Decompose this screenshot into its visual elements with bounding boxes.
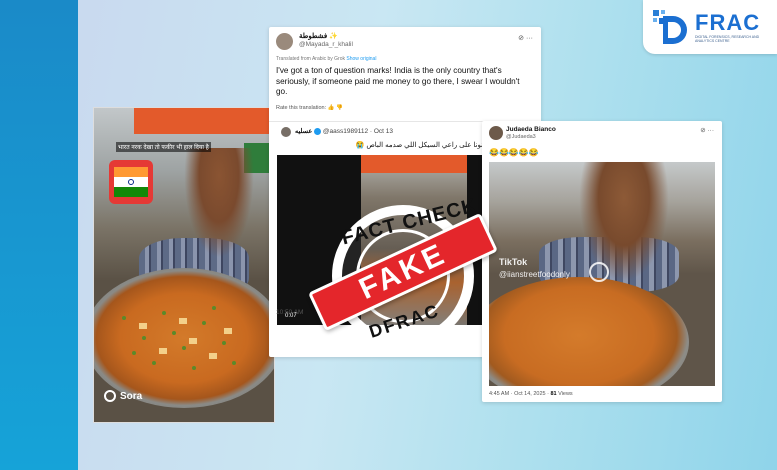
tiktok-logo-icon <box>589 262 609 282</box>
sora-logo-icon <box>104 390 116 402</box>
quoted-verified-icon <box>314 127 322 135</box>
tweet-emojis: 😂😂😂😂😂 <box>489 148 539 157</box>
tweet-timestamp[interactable]: 4:45 AM · Oct 14, 2025 · <box>489 391 550 397</box>
thumbs-down-icon[interactable]: 👎 <box>336 105 343 111</box>
tweet-actions: ⊘ ··· <box>700 126 714 134</box>
tweet-video[interactable]: TikTok @iianstreetfoodonly <box>489 162 715 386</box>
translation-note: Translated from Arabic by Grok Show orig… <box>276 56 377 62</box>
dfrac-logo: FRAC DIGITAL FORENSICS, RESEARCH AND ANA… <box>643 0 777 54</box>
peas-decoration <box>122 306 236 370</box>
rate-translation: Rate this translation: 👍 👎 <box>276 105 343 111</box>
fact-check-stamp: FACT CHECK DFRAC FAKE <box>308 195 498 347</box>
tweet-actions: ⊘ ··· <box>518 34 533 42</box>
tweet-author-handle[interactable]: @Mayada_r_khalil <box>299 41 353 48</box>
quoted-author-name[interactable]: عسليه <box>295 128 312 135</box>
quoted-avatar[interactable] <box>281 127 291 137</box>
logo-tagline: DIGITAL FORENSICS, RESEARCH AND ANALYTIC… <box>695 35 760 43</box>
curry-wok <box>94 268 274 408</box>
views-label: Views <box>556 391 573 397</box>
tweet-text: I've got a ton of question marks! India … <box>276 66 520 96</box>
awning-shape <box>361 155 467 173</box>
quoted-header: عسليه @aass1989112 · Oct 13 <box>295 127 393 135</box>
tweet-timestamp[interactable]: 10:50 AM <box>276 309 303 316</box>
show-original-link[interactable]: Show original <box>346 56 376 62</box>
avatar[interactable] <box>489 126 503 140</box>
vendor-figure <box>184 148 254 258</box>
tweet-footer: 4:45 AM · Oct 14, 2025 · 81 Views <box>489 391 573 397</box>
tweet-author-name[interactable]: فشطوطة ✨ <box>299 32 338 40</box>
logo-text: FRAC <box>695 10 761 35</box>
more-options-icon[interactable]: ··· <box>526 35 533 42</box>
more-options-icon[interactable]: ··· <box>708 127 715 134</box>
tweet-author-name[interactable]: Judaeda Bianco <box>506 126 556 133</box>
left-accent-strip <box>0 0 78 470</box>
sora-watermark: Sora <box>104 390 142 402</box>
tiktok-handle: @iianstreetfoodonly <box>499 270 570 279</box>
tiktok-watermark: TikTok <box>499 257 528 267</box>
logo-mark-icon <box>653 10 687 44</box>
tweet-card-right[interactable]: Judaeda Bianco @Judaeda3 ⊘ ··· 😂😂😂😂😂 Tik… <box>482 121 722 402</box>
sora-label: Sora <box>120 390 143 402</box>
tweet-author-handle[interactable]: @Judaeda3 <box>506 134 536 140</box>
grok-icon[interactable]: ⊘ <box>518 35 524 42</box>
india-flag-icon <box>109 160 153 204</box>
left-video-panel[interactable]: भारत नरक देखा तो फकीर भी हाल दिया है Sor… <box>93 107 275 423</box>
awning-shape <box>134 108 274 134</box>
thumbs-up-icon[interactable]: 👍 <box>328 105 335 111</box>
avatar[interactable] <box>276 33 293 50</box>
quoted-handle[interactable]: @aass1989112 · Oct 13 <box>323 128 393 135</box>
video-caption: भारत नरक देखा तो फकीर भी हाल दिया है <box>116 142 211 152</box>
grok-icon[interactable]: ⊘ <box>700 127 705 134</box>
